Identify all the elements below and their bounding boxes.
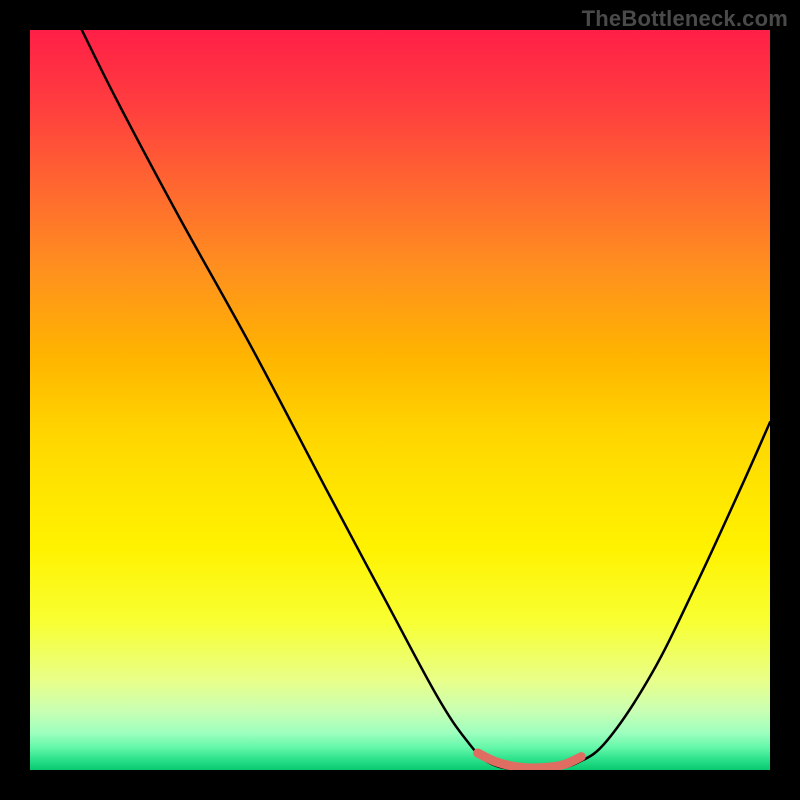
bottleneck-curve bbox=[82, 30, 770, 770]
plot-area bbox=[30, 30, 770, 770]
watermark-text: TheBottleneck.com bbox=[582, 6, 788, 32]
plot-svg bbox=[30, 30, 770, 770]
chart-stage: TheBottleneck.com bbox=[0, 0, 800, 800]
